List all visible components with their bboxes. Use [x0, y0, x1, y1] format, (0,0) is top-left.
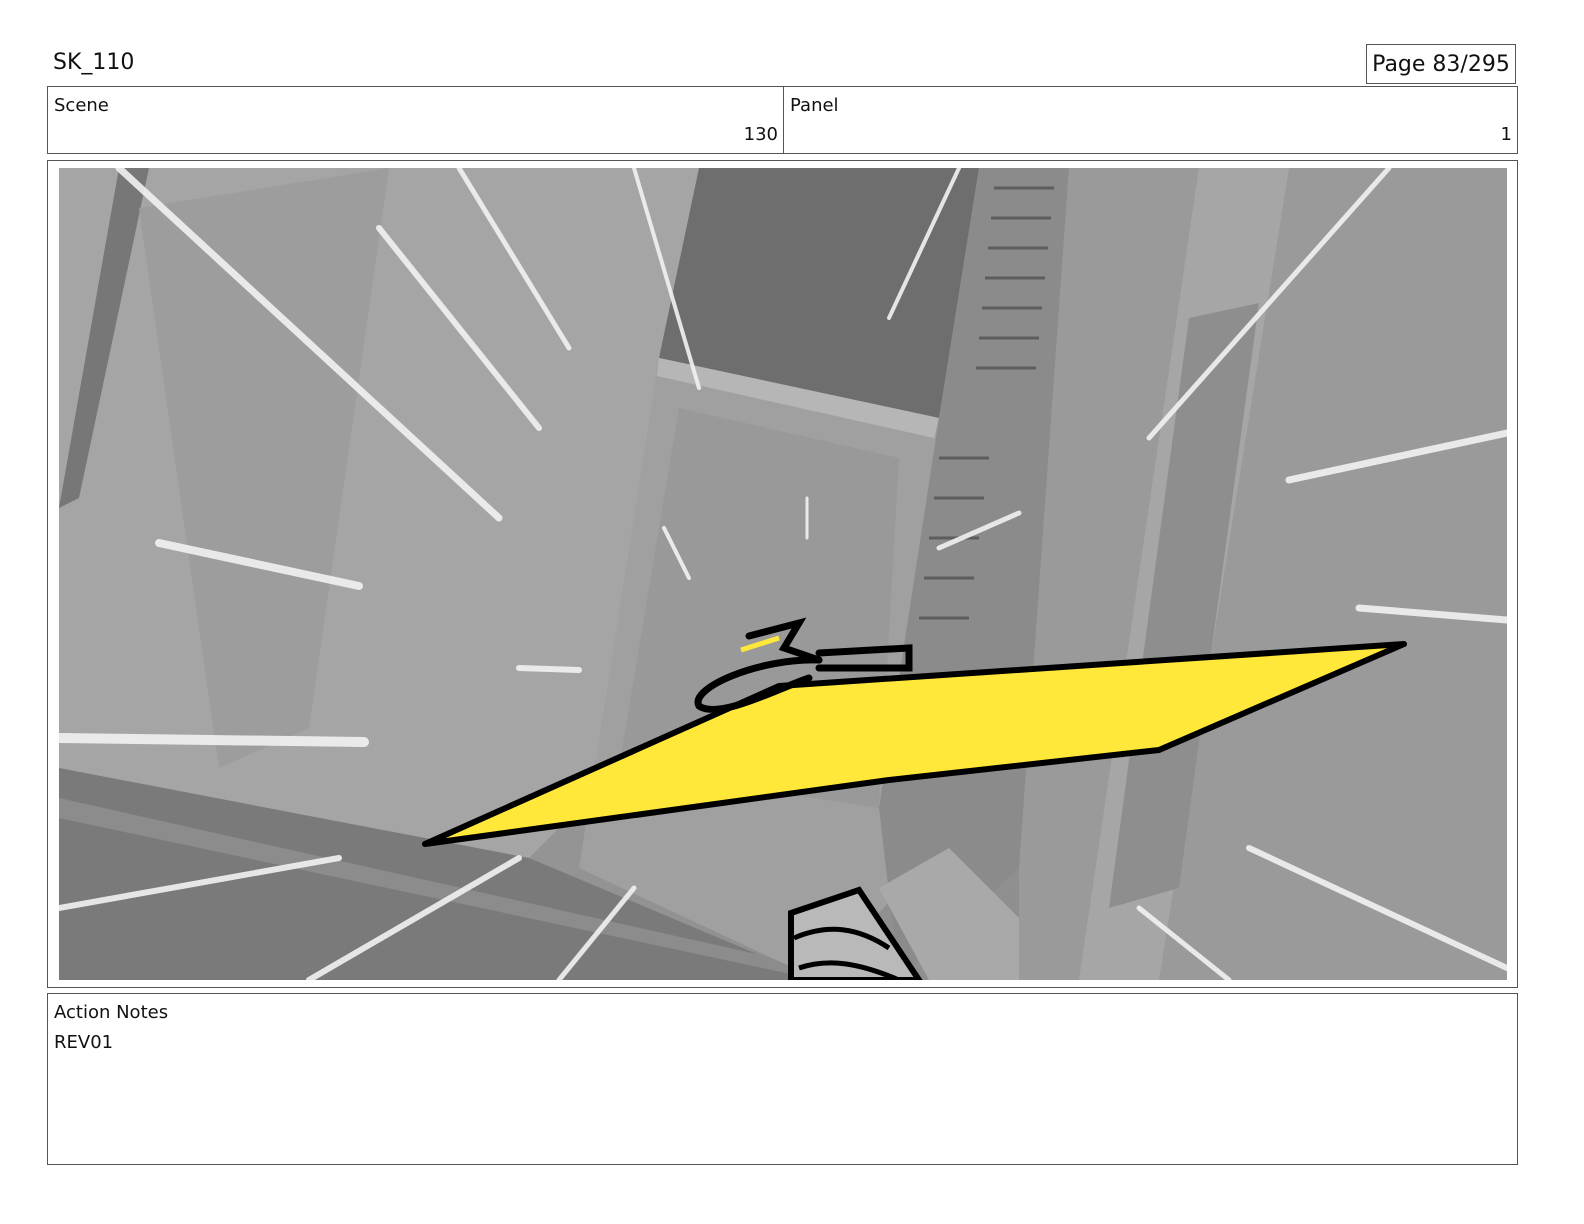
- panel-label: Panel: [790, 95, 839, 116]
- page-number: Page 83/295: [1372, 51, 1510, 77]
- action-notes-box: Action Notes REV01: [47, 993, 1518, 1165]
- scene-number: 130: [743, 124, 778, 145]
- scene-panel-bar: Scene 130 Panel 1: [47, 86, 1518, 154]
- scene-cell: Scene 130: [48, 87, 784, 153]
- action-notes-label: Action Notes: [54, 1002, 169, 1023]
- panel-cell: Panel 1: [784, 87, 1517, 153]
- sheet-title: SK_110: [53, 50, 135, 75]
- storyboard-artwork: [59, 168, 1507, 980]
- scene-label: Scene: [54, 95, 109, 116]
- panel-number: 1: [1500, 124, 1512, 145]
- action-notes-text: REV01: [54, 1032, 114, 1053]
- page-number-box: Page 83/295: [1366, 44, 1516, 84]
